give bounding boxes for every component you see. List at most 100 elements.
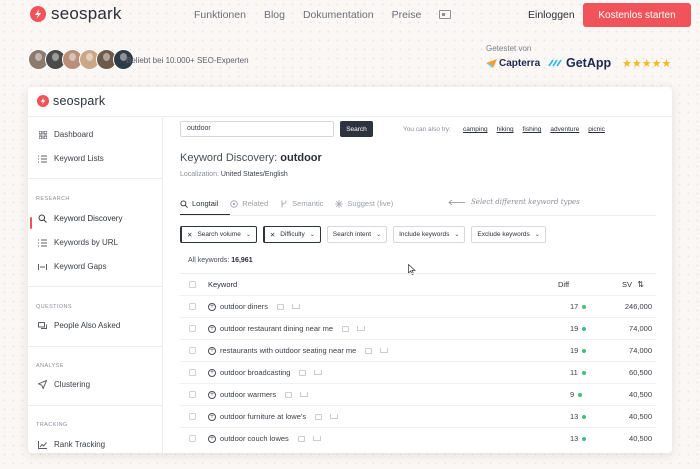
filter-search-intent[interactable]: Search intent ⌄ bbox=[326, 226, 388, 243]
page-title-term: outdoor bbox=[280, 152, 322, 164]
serp-icon[interactable] bbox=[342, 325, 349, 332]
keyword-text[interactable]: restaurants with outdoor seating near me bbox=[220, 346, 356, 355]
diff-value: 19 bbox=[570, 324, 579, 333]
spark-logo-icon bbox=[37, 95, 49, 107]
tab-semantic[interactable]: Semantic bbox=[280, 199, 323, 208]
sidebar-item-dashboard[interactable]: Dashboard bbox=[38, 130, 93, 139]
remove-filter-icon[interactable]: ✕ bbox=[270, 231, 275, 239]
add-keyword-icon[interactable]: + bbox=[208, 346, 216, 355]
nav-link-funktionen[interactable]: Funktionen bbox=[194, 9, 246, 21]
filter-include-keywords[interactable]: Include keywords ⌄ bbox=[393, 226, 466, 243]
copy-icon[interactable] bbox=[380, 348, 389, 353]
keyword-search-input[interactable]: outdoor bbox=[180, 121, 334, 137]
copy-icon[interactable] bbox=[291, 304, 300, 309]
keyword-text[interactable]: outdoor couch lowes bbox=[220, 434, 289, 443]
localization-value[interactable]: United States/English bbox=[221, 171, 288, 178]
copy-icon[interactable] bbox=[314, 370, 323, 375]
sidebar-item-keyword-gaps[interactable]: Keyword Gaps bbox=[38, 262, 106, 271]
try-label: You can also try: bbox=[403, 126, 451, 133]
difficulty-dot bbox=[582, 414, 587, 419]
nav-link-preise[interactable]: Preise bbox=[392, 9, 422, 21]
serp-icon[interactable] bbox=[276, 303, 284, 310]
suggestion-link[interactable]: hiking bbox=[497, 126, 514, 133]
filter-exclude-keywords[interactable]: Exclude keywords ⌄ bbox=[471, 226, 546, 243]
keyword-text[interactable]: outdoor furniture at lowe's bbox=[220, 412, 306, 421]
diff-value: 19 bbox=[570, 346, 579, 355]
add-keyword-icon[interactable]: + bbox=[208, 368, 216, 377]
serp-icon[interactable] bbox=[365, 347, 373, 354]
keyword-text[interactable]: outdoor broadcasting bbox=[220, 368, 290, 377]
tab-suggest-live[interactable]: Suggest (live) bbox=[335, 199, 393, 208]
sidebar-item-people-also-asked[interactable]: People Also Asked bbox=[38, 321, 120, 330]
add-keyword-icon[interactable]: + bbox=[208, 390, 216, 399]
filter-label: Exclude keywords bbox=[477, 231, 530, 238]
nav-link-blog[interactable]: Blog bbox=[264, 9, 285, 21]
table-row[interactable]: + outdoor warmers 9 40,500 bbox=[180, 383, 656, 405]
sidebar-item-rank-tracking[interactable]: Rank Tracking bbox=[38, 440, 105, 449]
capterra-logo: Capterra bbox=[486, 58, 540, 69]
serp-icon[interactable] bbox=[315, 413, 323, 420]
filter-search-volume[interactable]: ✕ Search volume ⌄ bbox=[180, 226, 257, 243]
select-all-checkbox[interactable] bbox=[189, 281, 196, 288]
tab-longtail[interactable]: Longtail bbox=[180, 199, 218, 208]
row-checkbox[interactable] bbox=[189, 413, 196, 420]
table-row[interactable]: + outdoor diners 17 246,000 bbox=[180, 295, 656, 317]
sidebar-item-keywords-by-url[interactable]: Keywords by URL bbox=[38, 238, 118, 247]
filter-difficulty[interactable]: ✕ Difficulty ⌄ bbox=[262, 226, 321, 243]
copy-icon[interactable] bbox=[312, 436, 321, 441]
login-link[interactable]: Einloggen bbox=[528, 9, 575, 21]
table-row[interactable]: + outdoor broadcasting 11 60,500 bbox=[180, 361, 656, 383]
table-row[interactable]: + restaurants with outdoor seating near … bbox=[180, 339, 656, 361]
sidebar-item-keyword-lists[interactable]: Keyword Lists bbox=[38, 154, 104, 163]
brand-name: seospark bbox=[51, 4, 122, 23]
keyword-text[interactable]: outdoor diners bbox=[220, 302, 268, 311]
suggestion-link[interactable]: picnic bbox=[588, 126, 605, 133]
row-checkbox[interactable] bbox=[189, 303, 196, 310]
row-checkbox[interactable] bbox=[189, 347, 196, 354]
diff-value: 13 bbox=[570, 412, 579, 421]
search-button[interactable]: Search bbox=[340, 121, 373, 137]
row-checkbox[interactable] bbox=[189, 435, 196, 442]
difficulty-dot bbox=[582, 436, 587, 441]
copy-icon[interactable] bbox=[357, 326, 365, 331]
brand-logo-link[interactable]: seospark bbox=[30, 4, 122, 24]
suggestion-link[interactable]: fishing bbox=[523, 126, 542, 133]
app-brand[interactable]: seospark bbox=[37, 94, 105, 108]
keyword-text[interactable]: outdoor warmers bbox=[220, 390, 276, 399]
sidebar-item-label: Rank Tracking bbox=[54, 440, 106, 449]
table-row[interactable]: + outdoor restaurant dining near me 19 7… bbox=[180, 317, 656, 339]
suggestion-link[interactable]: adventure bbox=[550, 126, 579, 133]
table-row[interactable]: + outdoor couch lowes 13 40,500 bbox=[180, 427, 656, 449]
sidebar-item-clustering[interactable]: Clustering bbox=[38, 380, 90, 389]
nav-link-dokumentation[interactable]: Dokumentation bbox=[303, 9, 374, 21]
keyword-text[interactable]: outdoor restaurant dining near me bbox=[220, 324, 333, 333]
contact-card-icon[interactable] bbox=[439, 10, 452, 19]
sidebar-item-keyword-discovery[interactable]: Keyword Discovery bbox=[38, 214, 122, 223]
tab-related[interactable]: Related bbox=[230, 199, 268, 208]
section-title-tracking: TRACKING bbox=[36, 422, 68, 428]
copy-icon[interactable] bbox=[330, 414, 339, 419]
serp-icon[interactable] bbox=[299, 369, 307, 376]
serp-icon[interactable] bbox=[297, 435, 305, 442]
copy-icon[interactable] bbox=[300, 392, 309, 397]
diff-value: 9 bbox=[570, 390, 575, 399]
add-keyword-icon[interactable]: + bbox=[208, 412, 216, 421]
remove-filter-icon[interactable]: ✕ bbox=[187, 231, 192, 239]
row-checkbox[interactable] bbox=[189, 391, 196, 398]
suggestion-link[interactable]: camping bbox=[463, 126, 488, 133]
column-header-keyword[interactable]: Keyword bbox=[208, 280, 237, 289]
start-free-button[interactable]: Kostenlos starten bbox=[583, 3, 691, 27]
row-checkbox[interactable] bbox=[189, 325, 196, 332]
add-keyword-icon[interactable]: + bbox=[208, 324, 216, 333]
diff-value: 13 bbox=[570, 434, 579, 443]
serp-icon[interactable] bbox=[285, 391, 293, 398]
column-header-diff[interactable]: Diff bbox=[558, 280, 569, 289]
add-keyword-icon[interactable]: + bbox=[208, 302, 216, 311]
add-keyword-icon[interactable]: + bbox=[208, 434, 216, 443]
diff-value: 11 bbox=[570, 368, 578, 377]
sort-icon[interactable]: ⇅ bbox=[637, 280, 644, 289]
table-row[interactable]: + outdoor furniture at lowe's 13 40,500 bbox=[180, 405, 656, 427]
row-checkbox[interactable] bbox=[189, 369, 196, 376]
difficulty-dot bbox=[582, 326, 587, 331]
column-header-sv[interactable]: SV bbox=[622, 280, 632, 289]
